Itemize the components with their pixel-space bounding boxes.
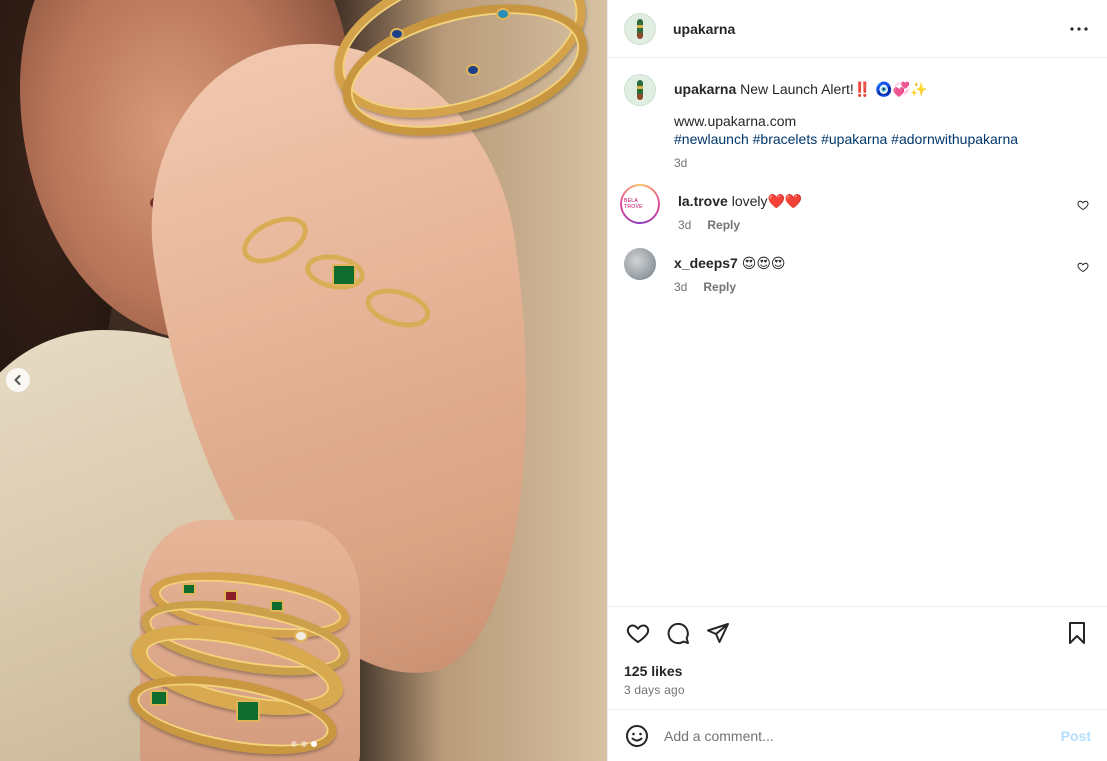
hashtag-link[interactable]: #adornwithupakarna (891, 131, 1018, 147)
evil-eye-bead (466, 64, 480, 76)
author-avatar[interactable] (624, 12, 656, 45)
smiley-icon (626, 724, 648, 747)
comment-row: x_deeps7 😍😍😍 3d Reply (624, 248, 1091, 294)
heart-outline-icon (626, 624, 650, 644)
comment-text-line: la.trove lovely❤️❤️ (678, 186, 1091, 210)
caption: upakarna New Launch Alert!‼️ 🧿💞✨ www.upa… (624, 74, 1091, 170)
comment-text: 😍😍😍 (741, 255, 786, 271)
post-media[interactable] (0, 0, 607, 761)
save-button[interactable] (1063, 619, 1091, 647)
comment-body: x_deeps7 😍😍😍 3d Reply (674, 248, 1091, 294)
like-comment-button[interactable] (1077, 260, 1091, 274)
comment-meta: 3d Reply (678, 218, 1091, 232)
author-username[interactable]: upakarna (673, 21, 735, 37)
comment-text: lovely❤️❤️ (731, 193, 803, 209)
upakarna-logo-icon (637, 80, 643, 100)
comment-username[interactable]: x_deeps7 (674, 255, 738, 271)
author-avatar[interactable] (624, 74, 656, 106)
post-header: upakarna (608, 0, 1107, 58)
comment-button[interactable] (664, 619, 692, 647)
gem-stone (294, 630, 308, 642)
emerald-stone (332, 264, 356, 286)
comment-body: la.trove lovely❤️❤️ 3d Reply (678, 186, 1091, 232)
share-button[interactable] (704, 619, 732, 647)
hashtag-link[interactable]: #newlaunch (674, 131, 749, 147)
comment-timestamp[interactable]: 3d (674, 280, 687, 294)
heart-outline-icon (1077, 262, 1089, 273)
caption-link: www.upakarna.com (674, 113, 797, 129)
action-icons (624, 619, 1091, 647)
evil-eye-bead (390, 28, 404, 40)
hashtag-link[interactable]: #bracelets (753, 131, 818, 147)
carousel-dot (290, 741, 297, 747)
gem-stone (224, 590, 238, 602)
post-comment-button[interactable]: Post (1061, 728, 1091, 744)
commenter-avatar-label: BELA TROVE (622, 186, 658, 222)
carousel-indicator (0, 741, 607, 747)
caption-text-line: upakarna New Launch Alert!‼️ 🧿💞✨ (674, 74, 1091, 98)
caption-timestamp[interactable]: 3d (674, 156, 687, 170)
post-actions: 125 likes 3 days ago (608, 606, 1107, 697)
comment-row: BELA TROVE la.trove lovely❤️❤️ 3d Reply (620, 184, 1091, 232)
emoji-button[interactable] (624, 723, 650, 749)
comment-username[interactable]: la.trove (678, 193, 728, 209)
caption-body: upakarna New Launch Alert!‼️ 🧿💞✨ www.upa… (674, 74, 1091, 170)
commenter-avatar[interactable]: BELA TROVE (620, 184, 660, 224)
paper-plane-icon (707, 623, 729, 643)
commenter-avatar[interactable] (624, 248, 656, 280)
comment-timestamp[interactable]: 3d (678, 218, 691, 232)
upakarna-logo-icon (637, 18, 643, 39)
post-date[interactable]: 3 days ago (624, 683, 1091, 697)
comment-input[interactable] (664, 727, 1061, 744)
like-button[interactable] (624, 619, 652, 647)
gem-stone (236, 700, 260, 722)
bookmark-icon (1069, 622, 1085, 644)
like-comment-button[interactable] (1077, 198, 1091, 212)
caption-text: New Launch Alert!‼️ 🧿💞✨ (740, 81, 928, 97)
reply-button[interactable]: Reply (707, 218, 740, 232)
add-comment-bar: Post (608, 709, 1107, 761)
likes-count[interactable]: 125 likes (624, 663, 1091, 679)
comments-list[interactable]: upakarna New Launch Alert!‼️ 🧿💞✨ www.upa… (608, 58, 1107, 606)
carousel-dot (310, 741, 317, 747)
gem-stone (150, 690, 168, 706)
comment-text-line: x_deeps7 😍😍😍 (674, 248, 1091, 272)
heart-outline-icon (1077, 200, 1089, 211)
more-options-icon (1070, 26, 1088, 31)
caption-hashtags: #newlaunch #bracelets #upakarna #adornwi… (674, 130, 1091, 148)
gem-stone (270, 600, 284, 612)
chevron-left-icon (14, 375, 21, 385)
reply-button[interactable]: Reply (703, 280, 736, 294)
comment-meta: 3d Reply (674, 280, 1091, 294)
caption-meta: 3d (674, 156, 1091, 170)
carousel-previous-button[interactable] (6, 368, 30, 392)
comment-bubble-icon (667, 622, 689, 645)
gem-stone (182, 583, 196, 595)
carousel-dot (300, 741, 307, 747)
post-side-panel: upakarna upakarna New Launch Alert!‼️ 🧿💞… (607, 0, 1107, 761)
caption-username[interactable]: upakarna (674, 81, 736, 97)
evil-eye-bead (496, 8, 510, 20)
more-options-button[interactable] (1067, 17, 1091, 41)
hashtag-link[interactable]: #upakarna (821, 131, 887, 147)
